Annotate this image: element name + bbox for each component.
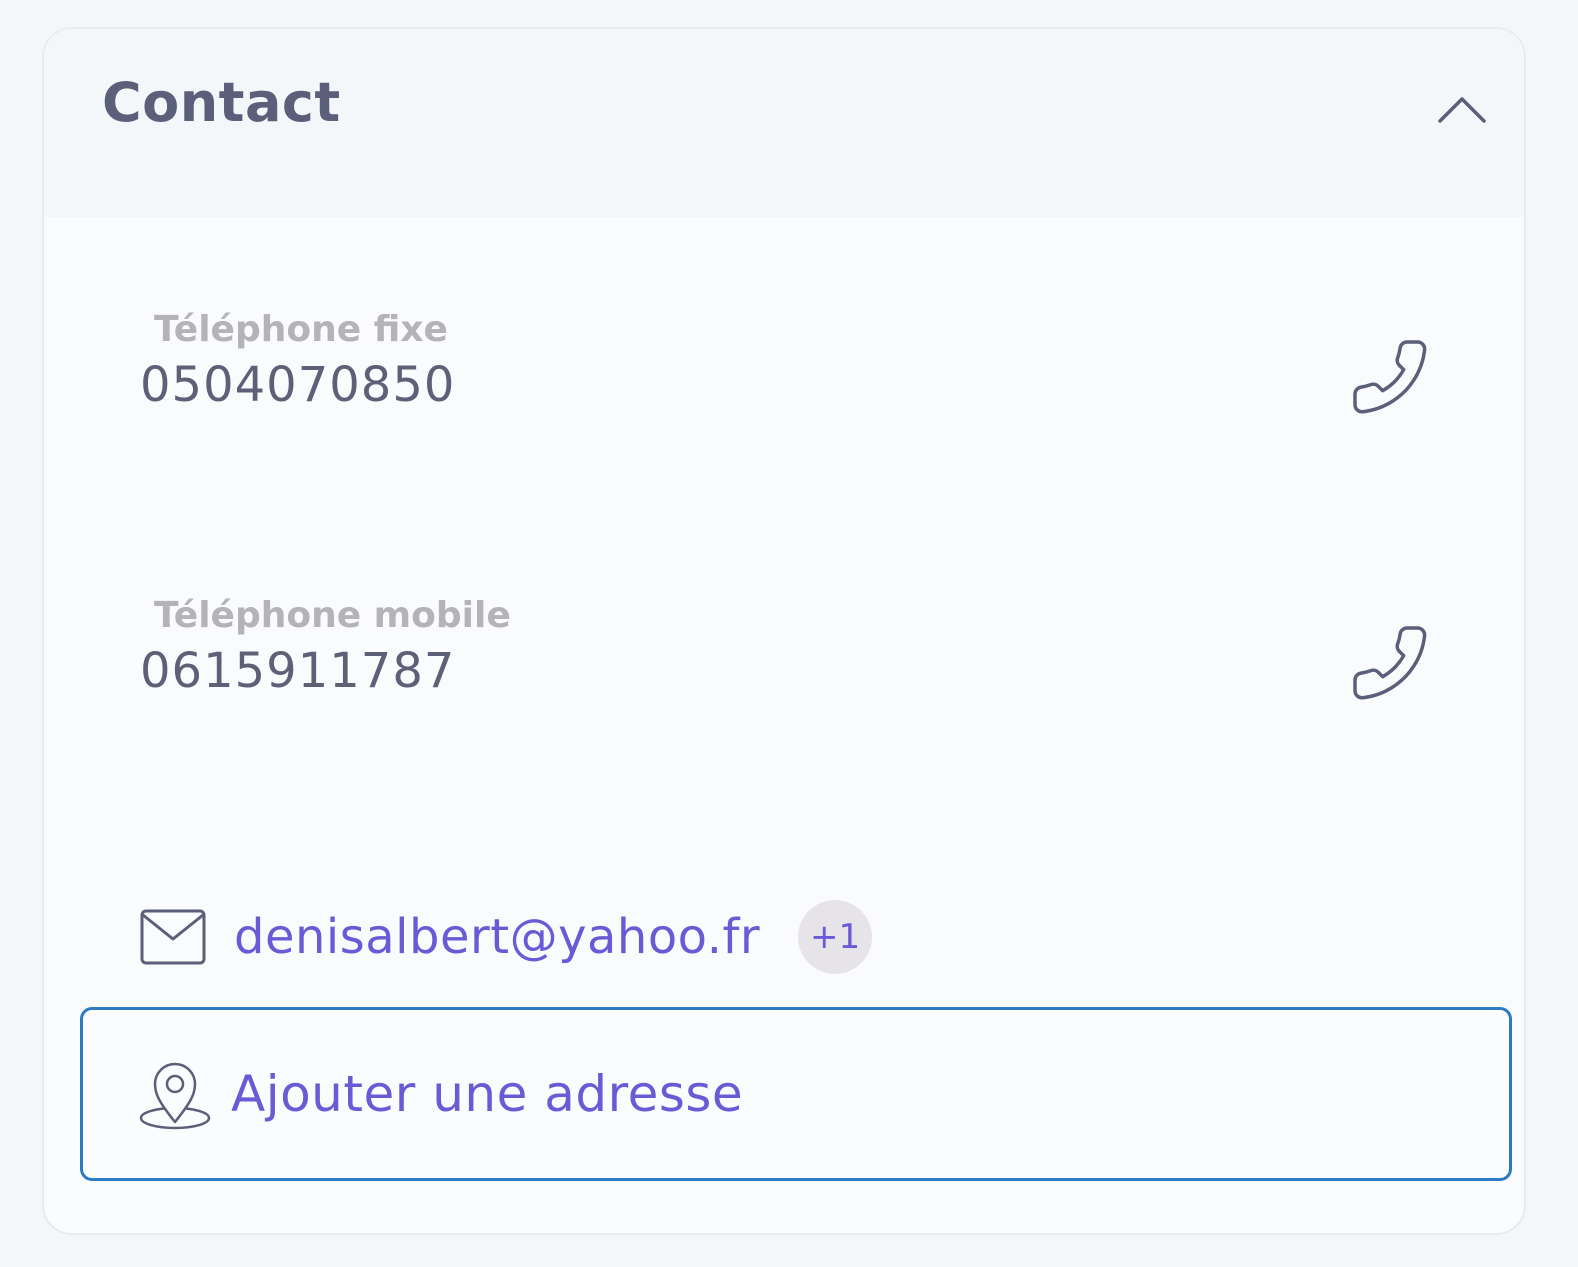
landline-value: 0504070850 <box>140 357 456 413</box>
landline-label: Téléphone fixe <box>154 309 448 350</box>
landline-field: Téléphone fixe 0504070850 <box>140 309 1440 429</box>
add-address-button[interactable]: Ajouter une adresse <box>80 1007 1512 1181</box>
card-title: Contact <box>102 71 341 134</box>
email-extra-count-badge[interactable]: +1 <box>798 900 873 974</box>
collapse-button[interactable] <box>1432 79 1492 139</box>
email-row: denisalbert@yahoo.fr +1 <box>140 897 873 977</box>
call-mobile-button[interactable] <box>1340 613 1440 713</box>
contact-card: Contact Téléphone fixe 0504070850 Téléph… <box>42 27 1526 1235</box>
chevron-up-icon <box>1438 97 1486 123</box>
add-address-label: Ajouter une adresse <box>231 1065 744 1123</box>
envelope-icon <box>140 909 206 965</box>
call-landline-button[interactable] <box>1340 327 1440 427</box>
phone-icon <box>1353 340 1427 414</box>
mobile-field: Téléphone mobile 0615911787 <box>140 595 1440 715</box>
mobile-label: Téléphone mobile <box>154 595 511 636</box>
email-link[interactable]: denisalbert@yahoo.fr <box>234 909 760 965</box>
mobile-value: 0615911787 <box>140 643 456 699</box>
contact-card-header: Contact <box>44 29 1524 217</box>
map-pin-icon <box>137 1054 213 1134</box>
phone-icon <box>1353 626 1427 700</box>
